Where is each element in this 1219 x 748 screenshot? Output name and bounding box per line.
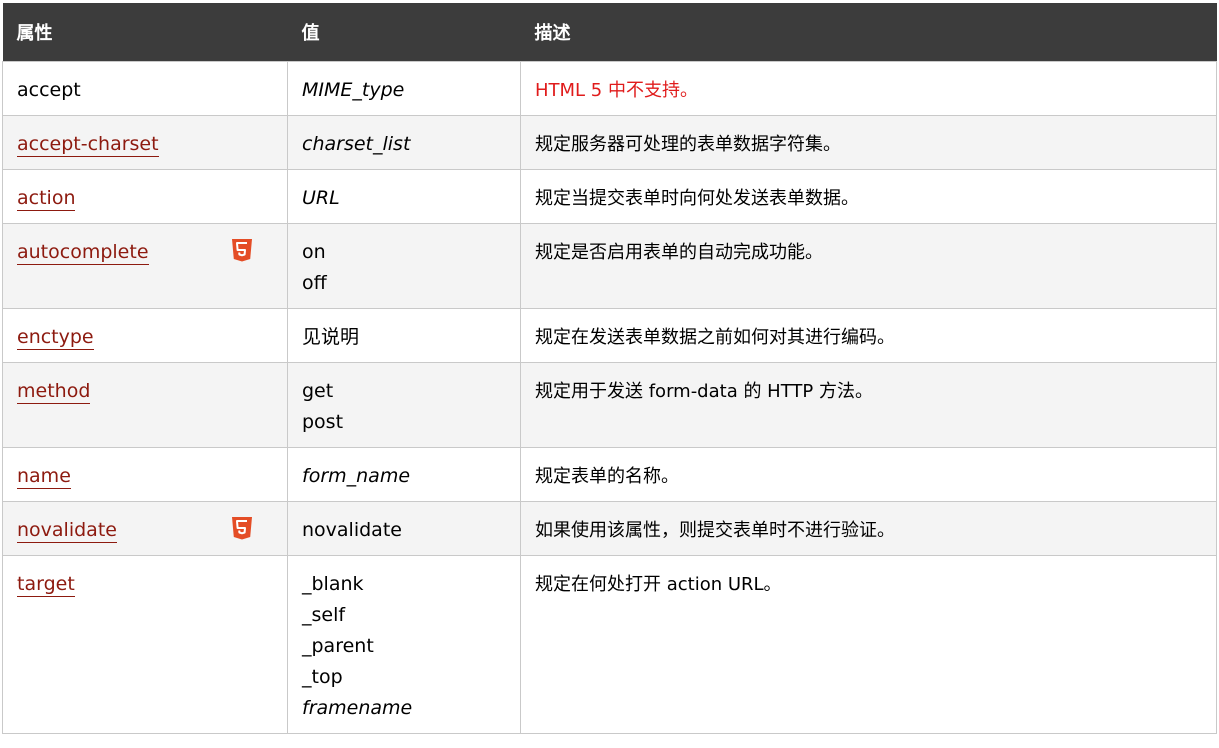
description-cell: 规定表单的名称。 (520, 446, 1217, 502)
description-cell: 规定当提交表单时向何处发送表单数据。 (520, 168, 1217, 224)
description-cell: HTML 5 中不支持。 (520, 60, 1217, 116)
value-text: _blank (302, 572, 364, 595)
attribute-link-novalidate[interactable]: novalidate (17, 518, 117, 543)
attribute-link-target[interactable]: target (17, 572, 75, 597)
description-text: HTML 5 中不支持。 (535, 79, 698, 101)
attribute-cell: target (2, 554, 288, 734)
description-text: 规定是否启用表单的自动完成功能。 (535, 241, 823, 263)
attribute-link-name[interactable]: name (17, 464, 71, 489)
value-text: charset_list (302, 132, 411, 155)
value-cell: 见说明 (287, 307, 521, 363)
attribute-cell: name (2, 446, 288, 502)
description-text: 规定服务器可处理的表单数据字符集。 (535, 133, 841, 155)
value-text: _self (302, 603, 346, 626)
value-text: _parent (302, 634, 374, 657)
table-row: target _blank _self _parent _top framename 规定在… (2, 554, 1217, 734)
attribute-name-accept: accept (17, 78, 81, 101)
header-value: 值 (287, 3, 521, 61)
value-text: get (302, 379, 334, 402)
table-row: accept MIME_type HTML 5 中不支持。 (2, 60, 1217, 116)
attribute-cell: enctype (2, 307, 288, 363)
attribute-cell: autocomplete (2, 222, 288, 309)
description-text: 规定表单的名称。 (535, 465, 679, 487)
description-text: 规定在发送表单数据之前如何对其进行编码。 (535, 326, 895, 348)
value-text: URL (302, 186, 340, 209)
value-text: on (302, 240, 326, 263)
header-description: 描述 (520, 3, 1217, 61)
value-cell: on off (287, 222, 521, 309)
value-text: MIME_type (302, 78, 405, 101)
value-cell: MIME_type (287, 60, 521, 116)
attribute-cell: novalidate (2, 500, 288, 556)
attribute-link-accept-charset[interactable]: accept-charset (17, 132, 159, 157)
description-cell: 规定服务器可处理的表单数据字符集。 (520, 114, 1217, 170)
description-text: 如果使用该属性，则提交表单时不进行验证。 (535, 519, 895, 541)
description-text: 规定用于发送 form-data 的 HTTP 方法。 (535, 380, 873, 402)
attribute-cell: accept (2, 60, 288, 116)
value-text: post (302, 410, 344, 433)
value-cell: charset_list (287, 114, 521, 170)
description-cell: 规定在何处打开 action URL。 (520, 554, 1217, 734)
table-row: action URL 规定当提交表单时向何处发送表单数据。 (2, 168, 1217, 224)
description-text: 规定在何处打开 action URL。 (535, 573, 782, 595)
attribute-link-autocomplete[interactable]: autocomplete (17, 240, 149, 265)
value-text: 见说明 (302, 325, 360, 348)
table-row: method get post 规定用于发送 form-data 的 HTTP 方法。 (2, 361, 1217, 448)
html5-icon (232, 516, 252, 539)
table-row: enctype 见说明 规定在发送表单数据之前如何对其进行编码。 (2, 307, 1217, 363)
value-cell: URL (287, 168, 521, 224)
description-text: 规定当提交表单时向何处发送表单数据。 (535, 187, 859, 209)
table-row: name form_name 规定表单的名称。 (2, 446, 1217, 502)
table-row: autocomplete on off 规定是否启用表单的自动完成功能。 (2, 222, 1217, 309)
value-text: framename (302, 696, 413, 719)
value-text: form_name (302, 464, 411, 487)
value-cell: get post (287, 361, 521, 448)
attribute-link-action[interactable]: action (17, 186, 76, 211)
attribute-cell: action (2, 168, 288, 224)
attribute-cell: accept-charset (2, 114, 288, 170)
value-cell: novalidate (287, 500, 521, 556)
value-cell: form_name (287, 446, 521, 502)
description-cell: 如果使用该属性，则提交表单时不进行验证。 (520, 500, 1217, 556)
header-attribute: 属性 (2, 3, 288, 61)
description-cell: 规定用于发送 form-data 的 HTTP 方法。 (520, 361, 1217, 448)
value-text: off (302, 271, 327, 294)
attribute-cell: method (2, 361, 288, 448)
description-cell: 规定是否启用表单的自动完成功能。 (520, 222, 1217, 309)
table-row: accept-charset charset_list 规定服务器可处理的表单数据字… (2, 114, 1217, 170)
attribute-link-enctype[interactable]: enctype (17, 325, 94, 350)
value-cell: _blank _self _parent _top framename (287, 554, 521, 734)
value-text: novalidate (302, 518, 402, 541)
attributes-table: 属性 值 描述 accept MIME_type HTML 5 中不支持。 accep… (2, 3, 1217, 734)
description-cell: 规定在发送表单数据之前如何对其进行编码。 (520, 307, 1217, 363)
html5-icon (232, 238, 252, 261)
header-row: 属性 值 描述 (2, 3, 1217, 61)
value-text: _top (302, 665, 343, 688)
attribute-link-method[interactable]: method (17, 379, 91, 404)
table-row: novalidate novalidate 如果使用该属性，则提交表单时不进行验证。 (2, 500, 1217, 556)
